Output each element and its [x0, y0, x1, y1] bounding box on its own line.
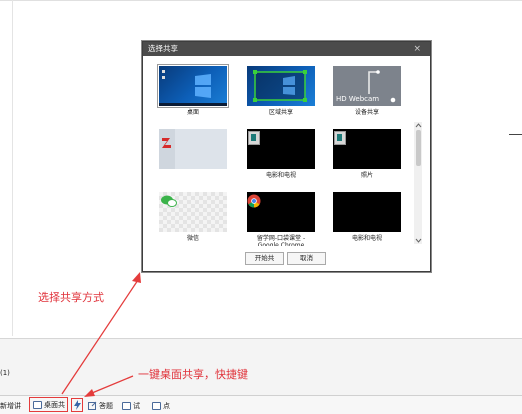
dialog-title-bar: 选择共享 ×	[143, 42, 430, 56]
tile-app-window[interactable]	[159, 129, 227, 170]
wechat-thumbnail	[159, 192, 227, 232]
scroll-down-icon[interactable]	[415, 238, 422, 244]
area-share-thumbnail	[247, 66, 315, 106]
arrowhead-shortcut	[84, 389, 95, 397]
tile-caption: 电影和电视	[265, 172, 296, 179]
tile-caption: 桌面	[186, 109, 199, 116]
tile-chrome[interactable]: 留学网-口袋课堂 - Google Chrome	[247, 192, 315, 246]
tile-wechat[interactable]: 微信	[159, 192, 227, 242]
close-icon[interactable]: ×	[413, 42, 421, 56]
tile-area-share[interactable]: 区域共享	[247, 66, 315, 116]
cancel-button[interactable]: 取消	[287, 252, 326, 265]
windows-logo-icon	[159, 70, 227, 106]
app-badge-icon	[334, 131, 346, 145]
tile-photos[interactable]: 照片	[333, 129, 401, 179]
dialog-title: 选择共享	[148, 44, 178, 53]
tile-desktop[interactable]: 桌面	[157, 64, 229, 116]
desktop-thumbnail	[157, 64, 229, 108]
tile-caption: 区域共享	[268, 109, 293, 116]
tile-caption: 设备共享	[354, 109, 379, 116]
start-share-button[interactable]: 开始共	[245, 252, 284, 265]
tile-caption: 留学网-口袋课堂 -	[256, 235, 306, 242]
scroll-up-icon[interactable]	[415, 122, 422, 128]
tile-device-share[interactable]: HD Webcam 设备共享	[333, 66, 401, 116]
arrowhead-dialog	[132, 272, 141, 283]
app-badge-icon	[248, 131, 260, 145]
tile-movies-tv-1[interactable]: 电影和电视	[247, 129, 315, 179]
arrow-to-shortcut	[91, 375, 134, 394]
app-window-thumbnail	[159, 129, 227, 169]
chrome-icon	[247, 194, 261, 208]
arrow-to-dialog	[61, 279, 139, 395]
tile-movies-tv-2[interactable]: 电影和电视	[333, 192, 401, 242]
tile-caption: 电影和电视	[351, 235, 382, 242]
webcam-overlay-label: HD Webcam	[336, 95, 380, 103]
device-share-thumbnail: HD Webcam	[333, 66, 401, 106]
share-dialog: 选择共享 × 桌面 区域共享 HD Webcam 设备共享 电影和电视 照片 微…	[142, 41, 431, 272]
chrome-thumbnail	[247, 192, 315, 232]
movies-tv-thumbnail-2	[333, 192, 401, 232]
wechat-icon	[161, 195, 177, 207]
scrollbar-thumb[interactable]	[416, 130, 421, 166]
area-select-icon	[253, 70, 307, 102]
tile-caption-line2: Google Chrome	[257, 242, 305, 246]
tile-caption: 照片	[360, 172, 373, 179]
photos-thumbnail	[333, 129, 401, 169]
app-logo-icon	[159, 129, 175, 169]
tile-caption: 微信	[186, 235, 199, 242]
movies-tv-thumbnail	[247, 129, 315, 169]
